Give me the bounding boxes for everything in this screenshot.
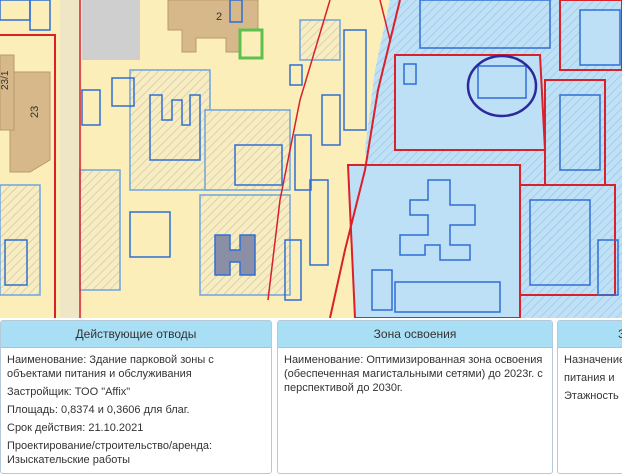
panel-title: Зд: [558, 321, 622, 348]
parcel: [79, 169, 121, 291]
field-validity: Срок действия: 21.10.2021: [7, 422, 144, 434]
parcel: [204, 109, 291, 191]
map-view[interactable]: 2 23 23/1: [0, 0, 622, 318]
building-outline: [529, 199, 591, 286]
parcel: [129, 69, 211, 191]
panel-title: Зона освоения: [278, 321, 552, 348]
panel-body: Наименование: Оптимизированная зона осво…: [278, 348, 552, 395]
map-canvas[interactable]: 2 23 23/1: [0, 0, 622, 318]
parcel: [299, 19, 341, 61]
building-23-1: [0, 54, 15, 131]
panel-body: Назначение питания и Этажность: [558, 348, 622, 403]
field-purpose-cont: питания и: [564, 372, 615, 384]
panel-title: Действующие отводы: [1, 321, 271, 348]
field-stage: Проектирование/строительство/аренда: Изы…: [7, 440, 213, 466]
panel-development-zone: Зона освоения Наименование: Оптимизирова…: [277, 320, 553, 474]
map-label-23-1: 23/1: [0, 70, 11, 90]
field-purpose: Назначение: [564, 354, 622, 366]
map-label-2: 2: [216, 11, 222, 23]
info-panels: Действующие отводы Наименование: Здание …: [0, 318, 622, 474]
building-outline: [419, 0, 551, 49]
panel-buildings: Зд Назначение питания и Этажность: [557, 320, 622, 474]
building-23: [9, 71, 51, 173]
field-area: Площадь: 0,8374 и 0,3606 для благ.: [7, 404, 190, 416]
map-label-23: 23: [29, 106, 41, 118]
panel-body: Наименование: Здание парковой зоны с объ…: [1, 348, 271, 467]
panel-active-allotments: Действующие отводы Наименование: Здание …: [0, 320, 272, 474]
field-developer: Застройщик: ТОО "Affix": [7, 386, 131, 398]
road-left-vertical: [60, 0, 82, 318]
field-name: Наименование: Здание парковой зоны с объ…: [7, 354, 214, 380]
zone-blue-upper: [394, 54, 547, 151]
field-floors: Этажность: [564, 390, 619, 402]
zone-blue-lower: [346, 164, 521, 318]
building-outline: [579, 9, 621, 66]
field-name: Наименование: Оптимизированная зона осво…: [284, 354, 543, 394]
road-upper: [80, 0, 140, 60]
